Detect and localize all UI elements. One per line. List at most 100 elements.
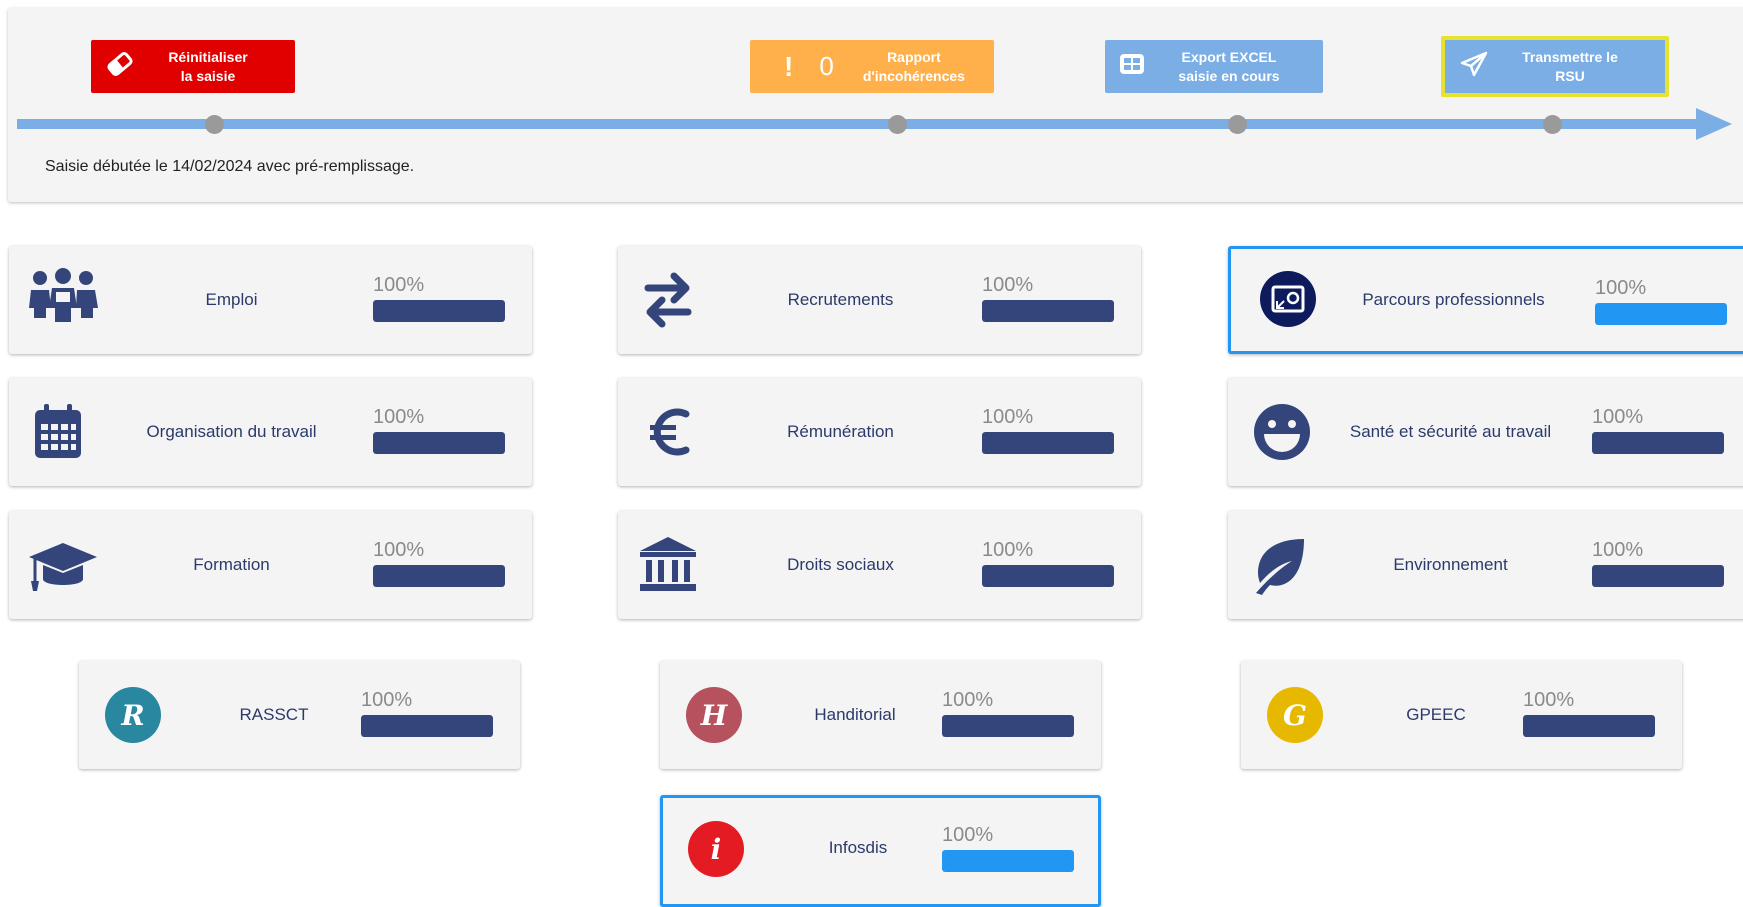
section-title: Handitorial (814, 705, 896, 724)
progress-bar (982, 432, 1114, 454)
progress-bar (982, 565, 1114, 587)
progress-percent: 100% (942, 824, 994, 846)
progress-bar (1592, 432, 1724, 454)
progress-bar (942, 850, 1074, 872)
timeline-arrow-icon (1696, 108, 1732, 140)
info-badge: i (688, 821, 744, 877)
leaf-icon (1246, 533, 1310, 597)
entry-start-status: Saisie débutée le 14/02/2024 avec pré-re… (45, 158, 415, 175)
calendar-icon (27, 400, 91, 464)
timeline-axis (17, 119, 1707, 129)
inconsistency-report-button[interactable]: ! 0 Rapport d'incohérences (750, 40, 994, 93)
people-group-icon (27, 268, 98, 332)
section-title: Environnement (1393, 555, 1508, 574)
progress-fill (982, 432, 1114, 454)
letter-r-badge: R (105, 687, 161, 743)
institution-icon (636, 533, 700, 597)
progress-fill (1523, 715, 1655, 737)
progress-bar (982, 300, 1114, 322)
section-title: RASSCT (239, 705, 309, 724)
progress-fill (942, 850, 1074, 872)
table-icon (1117, 51, 1147, 82)
section-card-formation[interactable]: Formation 100% (9, 511, 532, 619)
section-title: Parcours professionnels (1362, 290, 1545, 309)
eraser-icon (105, 51, 135, 82)
progress-bar (1592, 565, 1724, 587)
progress-percent: 100% (982, 406, 1034, 428)
timeline-step-dot (205, 115, 224, 134)
progress-percent: 100% (1523, 689, 1575, 711)
progress-fill (1592, 565, 1724, 587)
progress-percent: 100% (373, 539, 425, 561)
progress-percent: 100% (361, 689, 413, 711)
section-title: Rémunération (787, 422, 894, 441)
progress-fill (361, 715, 493, 737)
progress-percent: 100% (982, 274, 1034, 296)
progress-percent: 100% (942, 689, 994, 711)
reset-entry-button[interactable]: Réinitialiser la saisie (91, 40, 295, 93)
progress-bar (373, 300, 505, 322)
section-title: Recrutements (787, 290, 894, 309)
section-card-infosdis[interactable]: i Infosdis 100% (660, 795, 1101, 907)
section-card-remuneration[interactable]: Rémunération 100% (618, 378, 1141, 486)
inconsistency-count: 0 (819, 51, 834, 81)
info-icon: i (688, 821, 746, 879)
section-card-gpeec[interactable]: G GPEEC 100% (1241, 661, 1682, 769)
section-card-sante-securite[interactable]: Santé et sécurité au travail 100% (1228, 378, 1743, 486)
section-title: Organisation du travail (146, 422, 317, 441)
progress-bar (361, 715, 493, 737)
section-title: Droits sociaux (787, 555, 894, 574)
letter-r-icon: R (105, 687, 163, 745)
progress-bar (373, 432, 505, 454)
progress-bar (942, 715, 1074, 737)
progress-percent: 100% (373, 274, 425, 296)
section-title: Santé et sécurité au travail (1349, 422, 1552, 441)
progress-percent: 100% (982, 539, 1034, 561)
submit-rsu-label: Transmettre le RSU (1522, 48, 1618, 84)
section-title: Formation (193, 555, 270, 574)
progress-fill (982, 300, 1114, 322)
paper-plane-icon (1459, 50, 1489, 83)
section-card-recrutements[interactable]: Recrutements 100% (618, 246, 1141, 354)
timeline-step-dot (1228, 115, 1247, 134)
section-card-parcours-professionnels[interactable]: Parcours professionnels 100% (1228, 246, 1743, 354)
progress-fill (373, 432, 505, 454)
export-excel-button[interactable]: Export EXCEL saisie en cours (1105, 40, 1323, 93)
graduation-cap-icon (27, 533, 97, 597)
reset-entry-label: Réinitialiser la saisie (168, 48, 248, 84)
progress-fill (373, 300, 505, 322)
letter-g-badge: G (1267, 687, 1323, 743)
progress-bar (1523, 715, 1655, 737)
progress-bar (373, 565, 505, 587)
progress-fill (373, 565, 505, 587)
export-excel-label: Export EXCEL saisie en cours (1178, 48, 1280, 84)
warning-icon: ! (784, 51, 794, 82)
section-card-organisation-du-travail[interactable]: Organisation du travail 100% (9, 378, 532, 486)
progress-percent: 100% (1592, 539, 1644, 561)
section-title: GPEEC (1406, 705, 1466, 724)
progress-fill (1595, 303, 1727, 325)
career-path-icon (1258, 269, 1322, 333)
progress-percent: 100% (373, 406, 425, 428)
submit-rsu-button[interactable]: Transmettre le RSU (1441, 36, 1669, 97)
section-card-rassct[interactable]: R RASSCT 100% (79, 661, 520, 769)
progress-percent: 100% (1592, 406, 1644, 428)
letter-h-icon: H (686, 687, 744, 745)
progress-fill (1592, 432, 1724, 454)
timeline-step-dot (888, 115, 907, 134)
section-title: Emploi (205, 290, 258, 309)
section-card-handitorial[interactable]: H Handitorial 100% (660, 661, 1101, 769)
progress-fill (942, 715, 1074, 737)
section-title: Infosdis (828, 838, 888, 857)
exchange-arrows-icon (636, 268, 700, 332)
letter-g-icon: G (1267, 687, 1325, 745)
progress-percent: 100% (1595, 277, 1647, 299)
progress-fill (982, 565, 1114, 587)
inconsistency-report-label: Rapport d'incohérences (862, 48, 965, 84)
section-card-droits-sociaux[interactable]: Droits sociaux 100% (618, 511, 1141, 619)
section-card-environnement[interactable]: Environnement 100% (1228, 511, 1743, 619)
timeline-step-dot (1543, 115, 1562, 134)
section-card-emploi[interactable]: Emploi 100% (9, 246, 532, 354)
progress-bar (1595, 303, 1727, 325)
smiley-icon (1250, 400, 1314, 464)
